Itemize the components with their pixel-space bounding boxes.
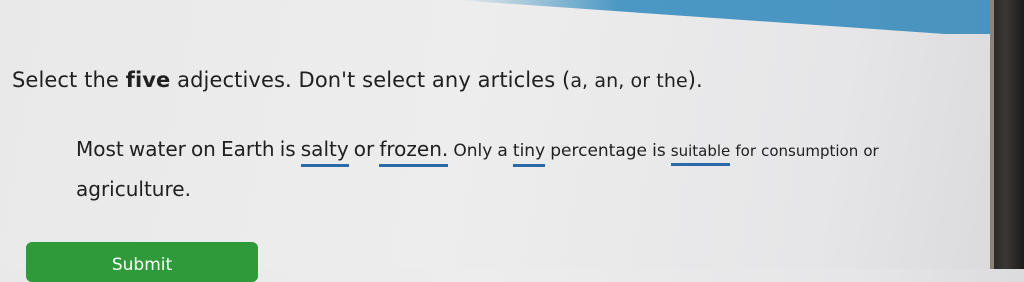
word-agriculture[interactable]: agriculture. [76, 177, 191, 201]
word-water[interactable]: water [129, 137, 186, 161]
word-on[interactable]: on [191, 137, 216, 161]
submit-button[interactable]: Submit [26, 242, 258, 282]
screen-bezel [994, 0, 1024, 269]
word-salty-selected[interactable]: salty [300, 137, 349, 167]
word-or[interactable]: or [354, 137, 374, 161]
header-banner [455, 0, 1000, 34]
word-a[interactable]: a [497, 141, 507, 161]
prompt-part3: ). [687, 68, 703, 92]
word-consumption[interactable]: consumption [761, 142, 858, 160]
prompt-emphasis: five [125, 68, 171, 92]
sentence-line-2: agriculture. [76, 177, 191, 201]
sentence-line-1: Most water on Earth is salty or frozen. … [76, 137, 879, 167]
prompt-articles: a, an, or the [570, 70, 688, 92]
word-most[interactable]: Most [76, 137, 124, 161]
word-tiny-selected[interactable]: tiny [512, 141, 546, 167]
word-frozen-selected[interactable]: frozen. [379, 137, 449, 167]
prompt-part1: Select the [12, 68, 126, 92]
word-or-2[interactable]: or [863, 142, 878, 160]
word-for[interactable]: for [735, 142, 756, 160]
question-prompt: Select the five adjectives. Don't select… [12, 68, 703, 92]
word-suitable-selected[interactable]: suitable [670, 142, 731, 166]
word-percentage[interactable]: percentage [550, 141, 647, 161]
word-only[interactable]: Only [453, 141, 492, 161]
word-is-2[interactable]: is [652, 141, 666, 161]
word-is[interactable]: is [280, 137, 296, 161]
prompt-part2: adjectives. Don't select any articles ( [170, 68, 571, 92]
word-earth[interactable]: Earth [221, 137, 275, 161]
